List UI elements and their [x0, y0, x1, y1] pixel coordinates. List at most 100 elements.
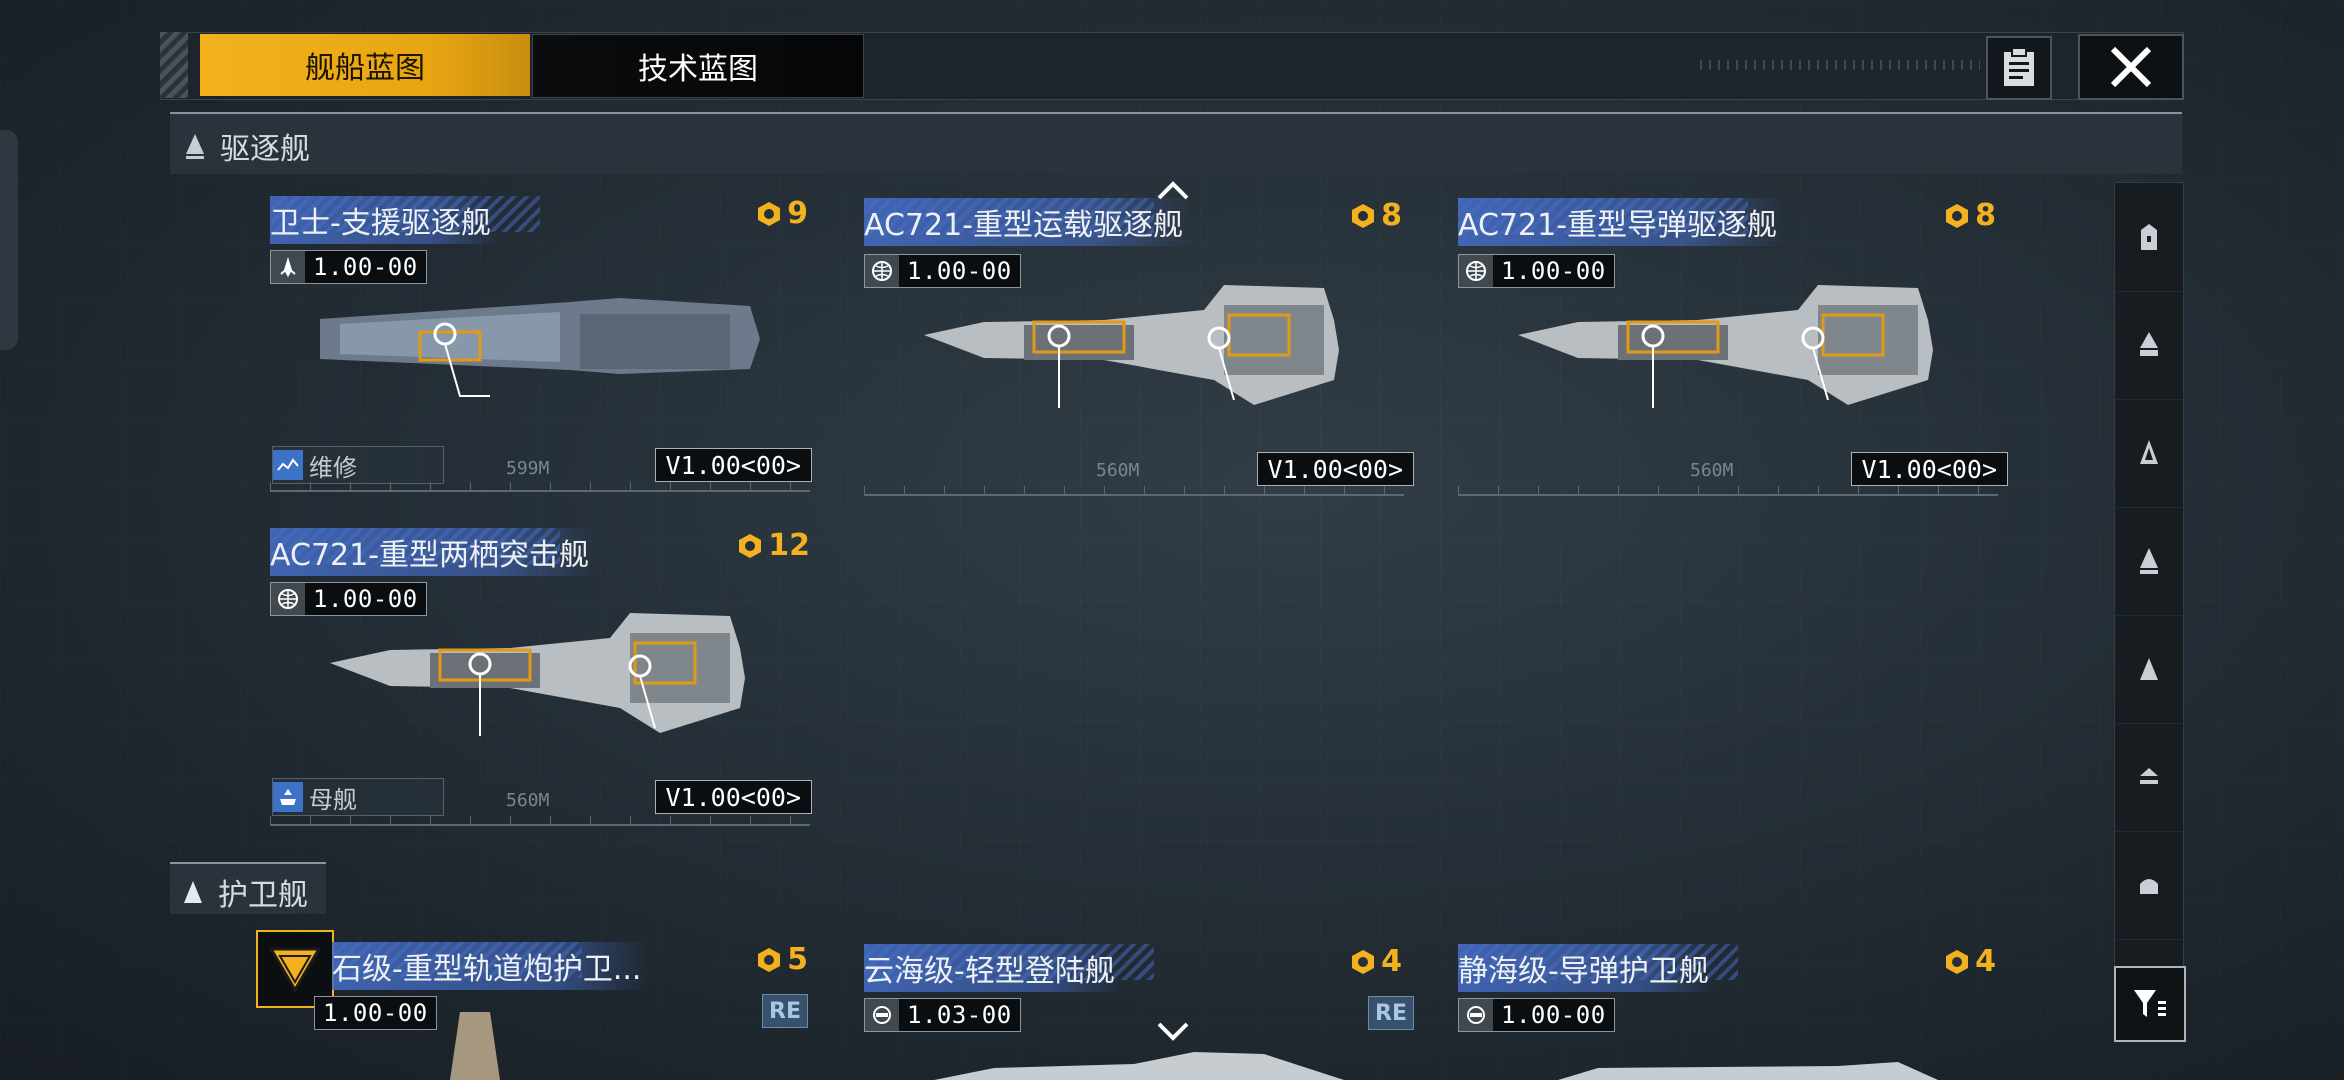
ship-cost: 5: [755, 942, 808, 977]
section-frigate-header[interactable]: 护卫舰: [170, 862, 326, 914]
scroll-down-icon[interactable]: [1156, 1020, 1190, 1044]
document-icon: [2004, 48, 2034, 86]
re-tag: RE: [762, 994, 808, 1028]
length-ruler: [864, 480, 1404, 496]
filter-battleship[interactable]: [2115, 183, 2183, 292]
carrier-icon: [2140, 332, 2158, 356]
version-box: 1.00-00: [314, 996, 437, 1030]
cost-value: 4: [1975, 944, 1996, 979]
ship-image: [1518, 285, 1933, 408]
version-number: 1.03-00: [907, 1001, 1012, 1029]
triangle-down-icon: [268, 947, 322, 993]
section-destroyer-header[interactable]: 驱逐舰: [170, 112, 2182, 174]
ship-name: 云海级-轻型登陆舰: [864, 944, 1123, 992]
ship-image: [934, 1052, 1344, 1080]
ship-card[interactable]: 石级-重型轨道炮护卫... 5 1.00-00 RE: [256, 930, 820, 1080]
cost-value: 8: [1381, 198, 1402, 233]
length-ruler: [1458, 480, 1998, 496]
ship-card[interactable]: AC721-重型导弹驱逐舰 8 1.00-00 560M V1.00<00>: [1458, 198, 2008, 498]
globe-icon: [865, 255, 899, 287]
auxiliary-icon: [2140, 879, 2158, 894]
ship-card[interactable]: AC721-重型运载驱逐舰 8 1.00-00 560M V1.00<00>: [864, 198, 1414, 498]
cost-value: 5: [787, 942, 808, 977]
class-filter-panel: [2114, 182, 2184, 1042]
version-badge: V1.00<00>: [654, 780, 812, 814]
cost-value: 8: [1975, 198, 1996, 233]
version-number: 1.00-00: [1501, 1001, 1606, 1029]
top-bar-stripe: [160, 32, 188, 98]
filter-destroyer[interactable]: [2115, 507, 2183, 616]
version-number: 1.00-00: [313, 253, 418, 281]
ship-name: 静海级-导弹护卫舰: [1458, 944, 1717, 992]
cost-icon: [1352, 203, 1375, 228]
ship-name: AC721-重型两栖突击舰: [270, 528, 598, 576]
ship-image: [320, 298, 760, 397]
section-frigate-label: 护卫舰: [218, 878, 308, 913]
destroyer-icon: [2140, 548, 2158, 574]
cost-icon: [758, 201, 781, 226]
frigate-class-icon: [184, 881, 202, 903]
filter-carrier[interactable]: [2115, 291, 2183, 400]
filter-frigate[interactable]: [2115, 615, 2183, 724]
tab-tech-blueprint[interactable]: 技术蓝图: [532, 34, 864, 98]
cost-icon: [758, 947, 781, 972]
cost-value: 12: [768, 528, 810, 563]
ship-cost: 8: [1349, 198, 1402, 233]
cost-icon: [739, 533, 762, 558]
ship-image: [450, 1012, 500, 1080]
filter-corvette[interactable]: [2115, 723, 2183, 832]
ship-image: [1558, 1062, 1938, 1080]
ship-image: [924, 285, 1339, 408]
tab-ship-label: 舰船蓝图: [305, 51, 425, 86]
cost-icon: [1946, 203, 1969, 228]
filter-auxiliary[interactable]: [2115, 831, 2183, 940]
frigate-icon: [2140, 658, 2158, 680]
close-icon: [2110, 46, 2152, 88]
corvette-icon: [2140, 768, 2158, 784]
ship-class-icon: [271, 251, 305, 283]
filter-button[interactable]: [2114, 966, 2186, 1042]
version-box: 1.00-00: [1458, 998, 1615, 1032]
ship-card[interactable]: AC721-重型两栖突击舰 12 1.00-00 母舰 560M V1.00<0…: [270, 528, 820, 828]
globe-icon: [271, 583, 305, 615]
cost-icon: [1946, 949, 1969, 974]
cost-value: 4: [1381, 944, 1402, 979]
tab-ship-blueprint[interactable]: 舰船蓝图: [200, 34, 530, 96]
cruiser-icon: [2140, 440, 2158, 464]
version-box: 1.00-00: [270, 250, 427, 284]
ship-cost: 8: [1943, 198, 1996, 233]
notes-button[interactable]: [1986, 36, 2052, 100]
tab-tech-label: 技术蓝图: [638, 52, 758, 87]
carrier-icon: [273, 782, 303, 812]
length-ruler: [270, 810, 810, 826]
filter-cruiser[interactable]: [2115, 399, 2183, 508]
ship-image: [330, 613, 745, 736]
ship-card[interactable]: 云海级-轻型登陆舰 4 1.03-00 RE: [864, 944, 1414, 1080]
ship-length: 560M: [506, 790, 550, 811]
landing-ship-icon: [865, 999, 899, 1031]
battleship-icon: [2141, 224, 2157, 250]
section-destroyer-label: 驱逐舰: [220, 132, 310, 167]
ship-length: 560M: [1690, 460, 1734, 481]
re-tag: RE: [1368, 996, 1414, 1030]
ship-cost: 9: [755, 196, 808, 231]
ship-name: 石级-重型轨道炮护卫...: [332, 942, 650, 990]
decor-ticks: [1700, 60, 1980, 70]
destroyer-class-icon: [186, 134, 204, 159]
ship-name: AC721-重型导弹驱逐舰: [1458, 198, 1786, 246]
version-number: 1.00-00: [323, 999, 428, 1027]
ship-name: 卫士-支援驱逐舰: [270, 196, 499, 244]
ship-cost: 4: [1349, 944, 1402, 979]
cost-value: 9: [787, 196, 808, 231]
close-button[interactable]: [2078, 34, 2184, 100]
side-drawer-handle[interactable]: [0, 130, 18, 350]
ship-card[interactable]: 静海级-导弹护卫舰 4 1.00-00: [1458, 944, 2008, 1080]
ship-card[interactable]: 卫士-支援驱逐舰 9 1.00-00 维修 599M V1.00<00>: [270, 196, 820, 496]
ship-cost: 12: [736, 528, 810, 563]
cost-icon: [1352, 949, 1375, 974]
globe-icon: [1459, 255, 1493, 287]
length-ruler: [270, 476, 810, 492]
missile-icon: [1459, 999, 1493, 1031]
version-box: 1.03-00: [864, 998, 1021, 1032]
ship-length: 560M: [1096, 460, 1140, 481]
